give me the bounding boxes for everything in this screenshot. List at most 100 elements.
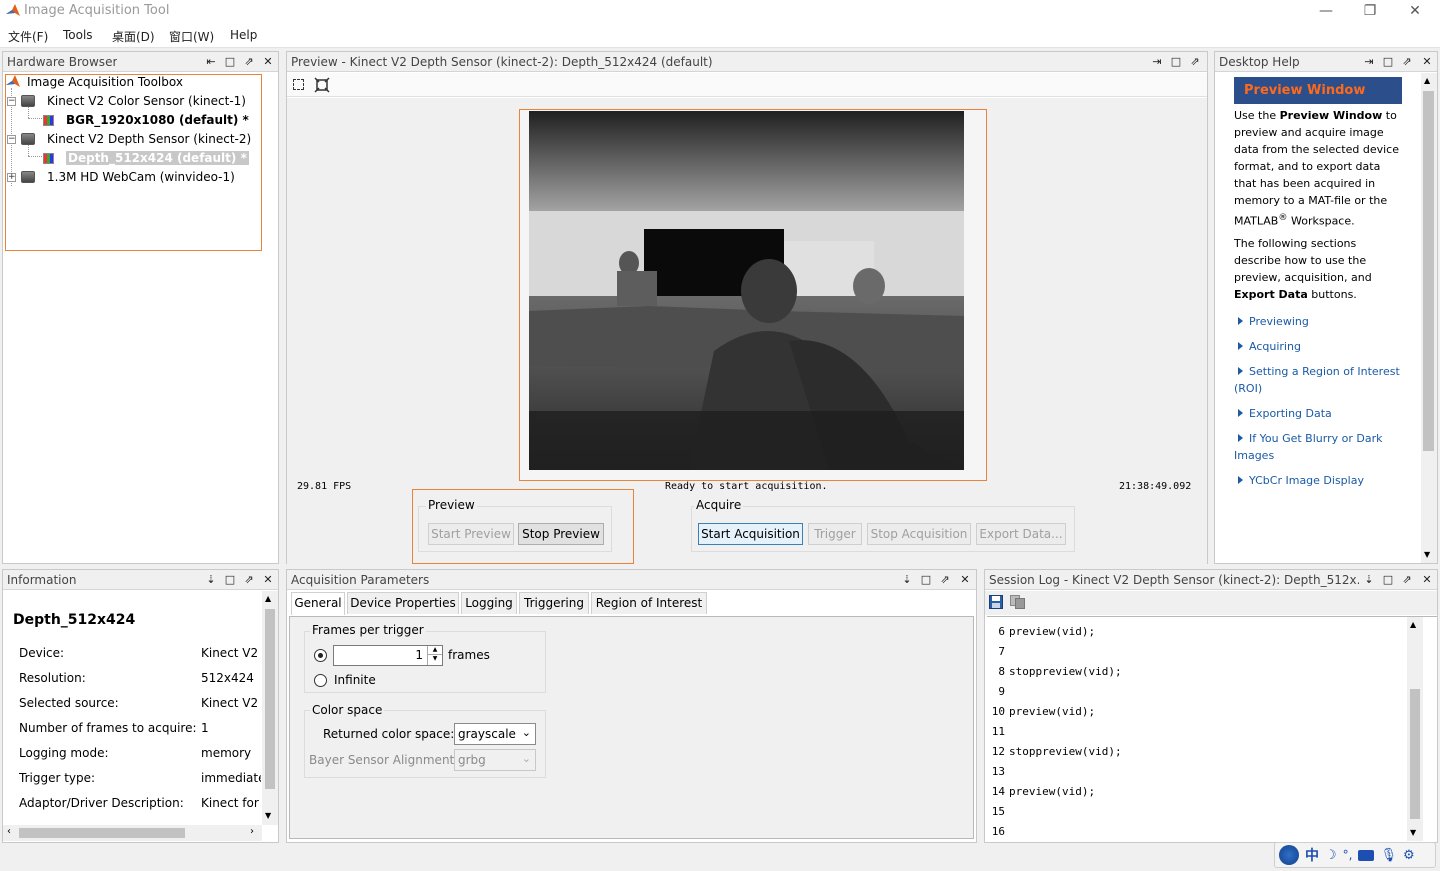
preview-image-frame bbox=[519, 109, 987, 481]
close-icon[interactable]: ✕ bbox=[260, 54, 276, 70]
start-acquisition-button[interactable]: Start Acquisition bbox=[698, 523, 803, 545]
maximize-icon[interactable]: □ bbox=[1380, 572, 1396, 588]
scroll-up-icon[interactable]: ▲ bbox=[265, 594, 271, 603]
help-link-exporting[interactable]: Exporting Data bbox=[1234, 405, 1406, 422]
moon-icon[interactable]: ☽ bbox=[1325, 848, 1337, 863]
tab-region-of-interest[interactable]: Region of Interest bbox=[591, 592, 707, 614]
undock-icon[interactable]: ⇣ bbox=[203, 572, 219, 588]
help-link-roi[interactable]: Setting a Region of Interest (ROI) bbox=[1234, 363, 1406, 397]
collapse-icon[interactable]: − bbox=[7, 96, 16, 106]
undock-icon[interactable]: ⇤ bbox=[203, 54, 219, 70]
scroll-down-icon[interactable]: ▼ bbox=[265, 811, 271, 820]
spin-up-icon[interactable]: ▲ bbox=[427, 646, 442, 655]
maximize-icon[interactable]: □ bbox=[222, 54, 238, 70]
returned-color-space-select[interactable]: grayscale ⌄ bbox=[454, 723, 536, 745]
menu-file[interactable]: 文件(F) bbox=[8, 28, 48, 45]
maximize-icon[interactable]: □ bbox=[222, 572, 238, 588]
save-icon[interactable] bbox=[989, 595, 1003, 609]
scroll-down-icon[interactable]: ▼ bbox=[1424, 550, 1430, 559]
log-line-number: 15 bbox=[991, 805, 1005, 818]
copy-icon[interactable] bbox=[1010, 595, 1026, 609]
restore-button[interactable]: ❐ bbox=[1347, 0, 1393, 24]
pin-icon[interactable]: ⇗ bbox=[937, 572, 953, 588]
menu-window[interactable]: 窗口(W) bbox=[169, 28, 214, 45]
maximize-icon[interactable]: □ bbox=[1168, 54, 1184, 70]
scroll-thumb[interactable] bbox=[1410, 689, 1420, 819]
frames-radio[interactable] bbox=[314, 649, 327, 662]
tab-general[interactable]: General bbox=[291, 592, 345, 615]
log-line-code: preview(vid); bbox=[1009, 625, 1096, 638]
help-link-previewing[interactable]: Previewing bbox=[1234, 313, 1406, 330]
tree-device-3[interactable]: + 1.3M HD WebCam (winvideo-1) bbox=[7, 168, 235, 186]
tree-format-1[interactable]: BGR_1920x1080 (default) * bbox=[43, 111, 249, 129]
tree-device-2[interactable]: − Kinect V2 Depth Sensor (kinect-2) bbox=[7, 130, 251, 148]
spin-down-icon[interactable]: ▼ bbox=[427, 655, 442, 665]
help-scrollbar[interactable]: ▲ ▼ bbox=[1421, 73, 1437, 563]
expand-icon[interactable]: + bbox=[7, 172, 16, 182]
close-icon[interactable]: ✕ bbox=[260, 572, 276, 588]
log-scrollbar[interactable]: ▲ ▼ bbox=[1407, 617, 1423, 841]
trigger-button[interactable]: Trigger bbox=[808, 523, 862, 545]
punctuation-icon[interactable]: °, bbox=[1343, 848, 1353, 862]
pin-icon[interactable]: ⇗ bbox=[241, 54, 257, 70]
menu-tools[interactable]: Tools bbox=[63, 28, 93, 42]
help-links: Previewing Acquiring Setting a Region of… bbox=[1234, 313, 1406, 497]
infinite-radio[interactable] bbox=[314, 674, 327, 687]
scroll-up-icon[interactable]: ▲ bbox=[1410, 620, 1416, 629]
help-link-acquiring[interactable]: Acquiring bbox=[1234, 338, 1406, 355]
pin-icon[interactable]: ⇗ bbox=[1399, 572, 1415, 588]
close-icon[interactable]: ✕ bbox=[1419, 54, 1435, 70]
help-link-text: Setting a Region of Interest (ROI) bbox=[1234, 365, 1400, 395]
tab-device-properties[interactable]: Device Properties bbox=[347, 592, 459, 614]
close-icon[interactable]: ✕ bbox=[957, 572, 973, 588]
scroll-thumb[interactable] bbox=[1423, 91, 1434, 451]
fit-to-window-icon[interactable] bbox=[314, 77, 330, 93]
scroll-up-icon[interactable]: ▲ bbox=[1424, 76, 1430, 85]
stop-acquisition-button[interactable]: Stop Acquisition bbox=[867, 523, 971, 545]
pin-icon[interactable]: ⇗ bbox=[1187, 54, 1203, 70]
stop-preview-button[interactable]: Stop Preview bbox=[518, 523, 604, 545]
ime-lang[interactable]: 中 bbox=[1305, 845, 1319, 865]
ime-logo-icon[interactable] bbox=[1279, 845, 1299, 865]
tab-logging[interactable]: Logging bbox=[461, 592, 517, 614]
menu-help[interactable]: Help bbox=[230, 28, 257, 42]
maximize-icon[interactable]: □ bbox=[918, 572, 934, 588]
tree-format-2-selected[interactable]: Depth_512x424 (default) * bbox=[43, 149, 249, 167]
help-link-ycbcr[interactable]: YCbCr Image Display bbox=[1234, 472, 1406, 489]
scroll-thumb[interactable] bbox=[19, 828, 185, 838]
menu-desktop[interactable]: 桌面(D) bbox=[112, 28, 155, 45]
scroll-down-icon[interactable]: ▼ bbox=[1410, 828, 1416, 837]
tree-device-1[interactable]: − Kinect V2 Color Sensor (kinect-1) bbox=[7, 92, 246, 110]
info-hscrollbar[interactable]: ‹ › bbox=[3, 825, 262, 841]
help-link-blurry[interactable]: If You Get Blurry or Dark Images bbox=[1234, 430, 1406, 464]
undock-icon[interactable]: ⇣ bbox=[1361, 572, 1377, 588]
help-link-text: YCbCr Image Display bbox=[1249, 474, 1364, 487]
bayer-alignment-select[interactable]: grbg ⌄ bbox=[454, 749, 536, 771]
close-icon[interactable]: ✕ bbox=[1419, 572, 1435, 588]
tab-triggering[interactable]: Triggering bbox=[519, 592, 589, 614]
pin-icon[interactable]: ⇗ bbox=[241, 572, 257, 588]
roi-select-icon[interactable] bbox=[293, 79, 304, 90]
scroll-left-icon[interactable]: ‹ bbox=[7, 826, 11, 837]
undock-icon[interactable]: ⇣ bbox=[899, 572, 915, 588]
frames-spinner[interactable]: 1 ▲ ▼ bbox=[333, 645, 443, 666]
collapse-icon[interactable]: − bbox=[7, 134, 16, 144]
keyboard-icon[interactable] bbox=[1358, 849, 1375, 861]
export-data-button[interactable]: Export Data... bbox=[976, 523, 1066, 545]
undock-icon[interactable]: ⇥ bbox=[1361, 54, 1377, 70]
start-preview-button[interactable]: Start Preview bbox=[428, 523, 514, 545]
frames-input-value[interactable]: 1 bbox=[415, 648, 423, 662]
maximize-icon[interactable]: □ bbox=[1380, 54, 1396, 70]
info-label: Resolution: bbox=[19, 671, 86, 685]
tree-root[interactable]: Image Acquisition Toolbox bbox=[5, 73, 183, 91]
camera-icon bbox=[21, 95, 35, 107]
pin-icon[interactable]: ⇗ bbox=[1399, 54, 1415, 70]
gear-icon[interactable]: ⚙ bbox=[1403, 848, 1415, 863]
microphone-icon[interactable]: 🎙 bbox=[1380, 848, 1397, 863]
close-button[interactable]: ✕ bbox=[1392, 0, 1438, 24]
info-vscrollbar[interactable]: ▲ ▼ bbox=[262, 591, 278, 825]
scroll-right-icon[interactable]: › bbox=[250, 826, 254, 837]
scroll-thumb[interactable] bbox=[265, 609, 275, 789]
undock-icon[interactable]: ⇥ bbox=[1149, 54, 1165, 70]
minimize-button[interactable]: — bbox=[1303, 0, 1349, 24]
